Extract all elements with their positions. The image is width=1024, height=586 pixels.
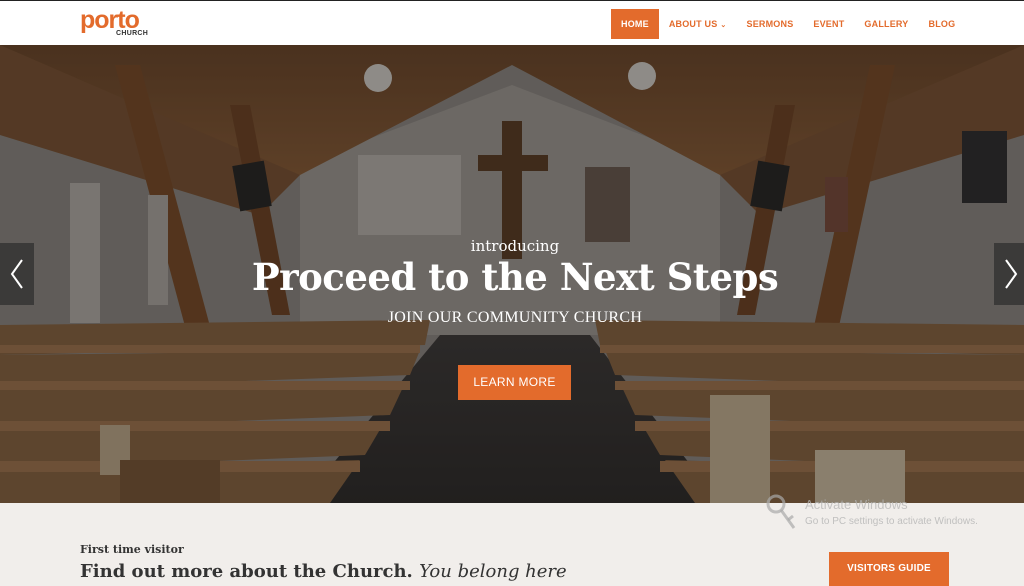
watermark-title: Activate Windows: [805, 497, 908, 512]
watermark-subtitle: Go to PC settings to activate Windows.: [805, 516, 978, 527]
nav-item-label: GALLERY: [864, 19, 909, 29]
visitor-heading-emphasis: You belong here: [419, 561, 567, 582]
nav-item-label: ABOUT US: [668, 19, 718, 29]
nav-item-gallery[interactable]: GALLERY: [854, 9, 918, 39]
visitors-guide-button[interactable]: VISITORS GUIDE: [829, 552, 949, 586]
key-icon: [766, 494, 796, 529]
nav-item-sermons[interactable]: SERMONS: [737, 9, 804, 39]
hero-subtitle: JOIN OUR COMMUNITY CHURCH: [387, 309, 643, 326]
nav-item-label: HOME: [621, 19, 649, 29]
main-nav: HOME ABOUT US ⌄ SERMONS EVENT GALLERY BLO…: [611, 9, 965, 39]
nav-item-label: SERMONS: [746, 19, 794, 29]
chevron-down-icon: ⌄: [720, 22, 727, 29]
hero-slider: introducing Proceed to the Next Steps JO…: [0, 45, 1024, 503]
visitor-kicker: First time visitor: [80, 543, 184, 556]
nav-item-event[interactable]: EVENT: [803, 9, 854, 39]
visitor-heading: Find out more about the Church. You belo…: [80, 561, 567, 582]
learn-more-button[interactable]: LEARN MORE: [458, 365, 571, 400]
hero-intro: introducing: [470, 237, 560, 255]
nav-item-about-us[interactable]: ABOUT US ⌄: [659, 9, 737, 39]
hero-title: Proceed to the Next Steps: [251, 255, 779, 299]
nav-item-blog[interactable]: BLOG: [919, 9, 966, 39]
visitor-heading-text: Find out more about the Church.: [80, 561, 413, 582]
nav-item-label: EVENT: [813, 19, 845, 29]
nav-item-label: BLOG: [928, 19, 956, 29]
site-logo[interactable]: porto CHURCH: [80, 6, 160, 42]
nav-item-home[interactable]: HOME: [611, 9, 659, 39]
logo-subtitle: CHURCH: [116, 30, 149, 37]
site-header: porto CHURCH HOME ABOUT US ⌄ SERMONS EVEN…: [0, 0, 1024, 45]
activate-windows-watermark: Activate Windows Go to PC settings to ac…: [764, 492, 1014, 532]
